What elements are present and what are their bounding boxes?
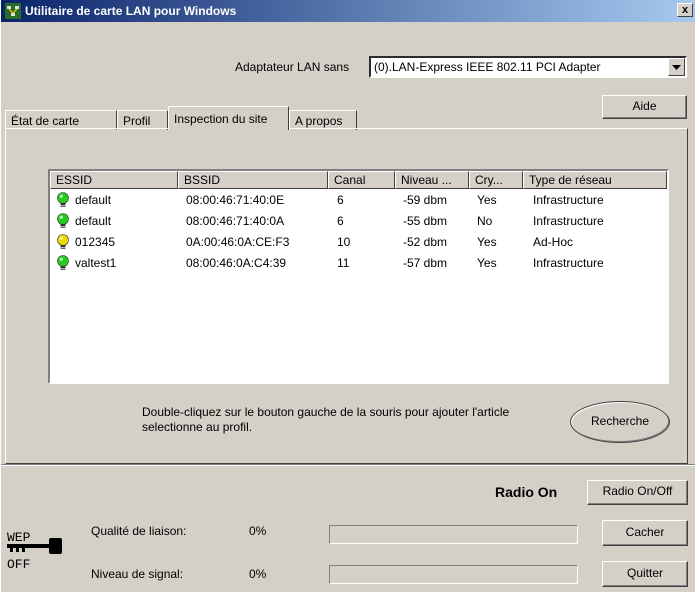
table-row[interactable]: 012345 0A:00:46:0A:CE:F3 10 -52 dbm Yes … [50, 232, 667, 253]
wep-status: WEP OFF [7, 530, 62, 572]
app-window: Utilitaire de carte LAN pour Windows x A… [0, 0, 695, 592]
cell-canal: 10 [337, 235, 351, 249]
column-header-niveau[interactable]: Niveau ... [395, 171, 469, 189]
cell-crypt: No [477, 214, 493, 228]
close-button[interactable]: x [677, 3, 693, 17]
cell-type: Ad-Hoc [533, 235, 574, 249]
dropdown-arrow-button[interactable] [668, 58, 685, 76]
tab-profil[interactable]: Profil [117, 110, 168, 130]
cell-bssid: 08:00:46:0A:C4:39 [186, 256, 287, 270]
cell-essid: 012345 [75, 235, 116, 249]
cell-crypt: Yes [477, 256, 497, 270]
radio-toggle-button[interactable]: Radio On/Off [587, 480, 688, 505]
cell-niveau: -55 dbm [403, 214, 448, 228]
cell-type: Infrastructure [533, 193, 604, 207]
cell-canal: 6 [337, 214, 344, 228]
link-quality-bar [329, 525, 578, 544]
wep-bottom-text: OFF [7, 557, 30, 572]
column-header-essid[interactable]: ESSID [50, 171, 178, 189]
title-bar[interactable]: Utilitaire de carte LAN pour Windows x [1, 0, 695, 22]
cell-canal: 11 [337, 256, 350, 270]
cell-bssid: 0A:00:46:0A:CE:F3 [186, 235, 290, 249]
cell-crypt: Yes [477, 235, 497, 249]
column-header-bssid[interactable]: BSSID [178, 171, 328, 189]
hide-button[interactable]: Cacher [602, 520, 688, 546]
column-header-canal[interactable]: Canal [328, 171, 395, 189]
tab-inspection-du-site[interactable]: Inspection du site [168, 106, 289, 130]
column-header-crypt[interactable]: Cry... [469, 171, 523, 189]
signal-bulb-icon [57, 234, 69, 249]
tab-a-propos[interactable]: A propos [289, 110, 357, 130]
hint-text: Double-cliquez sur le bouton gauche de l… [142, 405, 510, 434]
close-icon: x [681, 4, 689, 16]
cell-niveau: -52 dbm [403, 235, 448, 249]
signal-bulb-icon [57, 213, 69, 228]
signal-level-value: 0% [249, 567, 267, 581]
cell-bssid: 08:00:46:71:40:0E [186, 193, 285, 207]
tab-etat-de-carte[interactable]: État de carte [5, 110, 117, 130]
cell-type: Infrastructure [533, 214, 604, 228]
radio-status-text: Radio On [495, 484, 558, 500]
wep-top-text: WEP [7, 530, 31, 545]
cell-niveau: -57 dbm [403, 256, 448, 270]
link-quality-value: 0% [249, 524, 267, 538]
signal-bulb-icon [57, 255, 69, 270]
network-list[interactable]: ESSID BSSID Canal Niveau ... Cry... Type… [48, 169, 669, 384]
cell-bssid: 08:00:46:71:40:0A [186, 214, 285, 228]
signal-level-bar [329, 565, 578, 584]
cell-niveau: -59 dbm [403, 193, 448, 207]
cell-essid: valtest1 [75, 256, 117, 270]
search-button[interactable]: Recherche [570, 401, 670, 443]
cell-essid: default [75, 214, 112, 228]
link-quality-label: Qualité de liaison: [91, 524, 187, 538]
window-title: Utilitaire de carte LAN pour Windows [25, 4, 237, 18]
divider [1, 464, 695, 466]
table-row[interactable]: default 08:00:46:71:40:0A 6 -55 dbm No I… [50, 211, 667, 232]
signal-level-label: Niveau de signal: [91, 567, 184, 581]
adapter-selected-value: (0).LAN-Express IEEE 802.11 PCI Adapter [374, 60, 601, 74]
table-row[interactable]: default 08:00:46:71:40:0E 6 -59 dbm Yes … [50, 190, 667, 211]
cell-canal: 6 [337, 193, 344, 207]
table-row[interactable]: valtest1 08:00:46:0A:C4:39 11 -57 dbm Ye… [50, 253, 667, 274]
signal-bulb-icon [57, 192, 69, 207]
cell-essid: default [75, 193, 112, 207]
network-app-icon [5, 3, 21, 19]
adapter-select[interactable]: (0).LAN-Express IEEE 802.11 PCI Adapter [369, 56, 687, 78]
quit-button[interactable]: Quitter [602, 561, 688, 587]
help-button[interactable]: Aide [602, 95, 687, 119]
column-header-type[interactable]: Type de réseau [523, 171, 667, 189]
adapter-label: Adaptateur LAN sans [235, 60, 350, 74]
chevron-down-icon [672, 65, 681, 70]
cell-crypt: Yes [477, 193, 497, 207]
cell-type: Infrastructure [533, 256, 604, 270]
